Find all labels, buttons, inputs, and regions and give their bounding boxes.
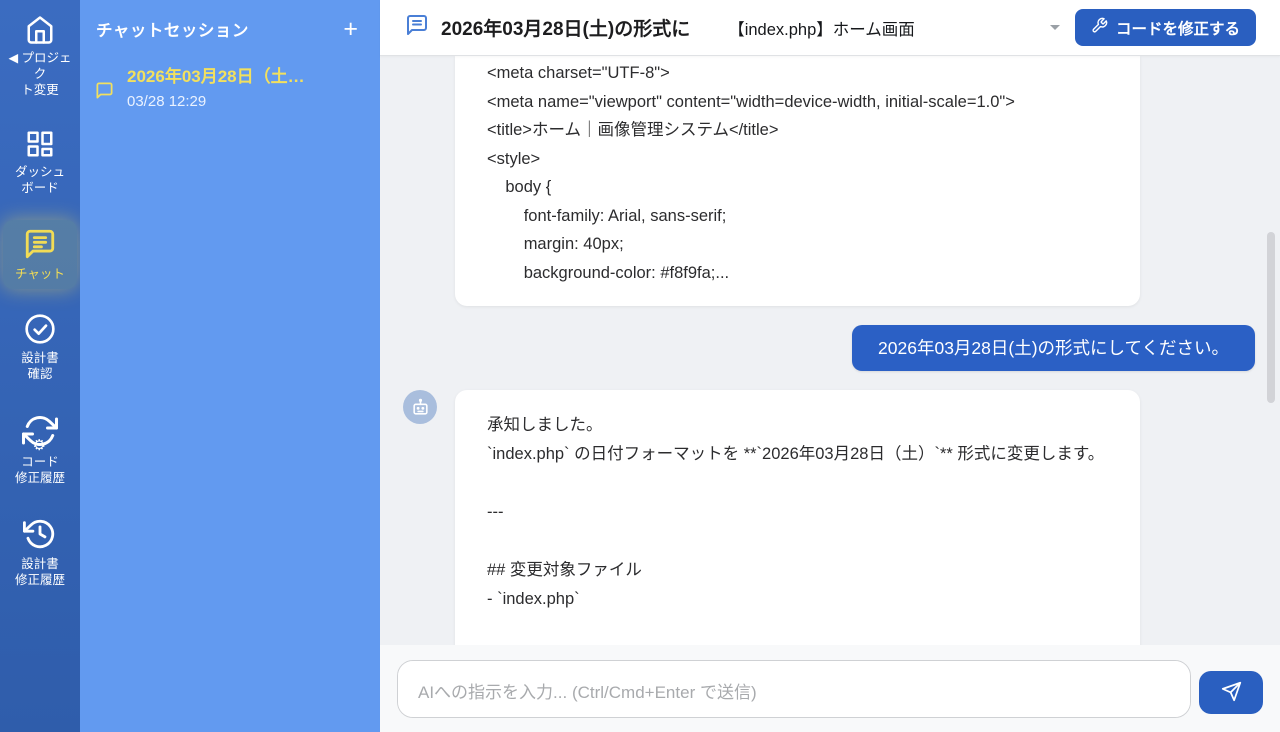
user-message-bubble: 2026年03月28日(土)の形式にしてください。 — [852, 325, 1255, 371]
nav-item-design-check[interactable]: 設計書 確認 — [3, 306, 77, 389]
session-list-item[interactable]: 2026年03月28日（土… 03/28 12:29 — [80, 51, 380, 122]
assistant-message-row: 承知しました。 `index.php` の日付フォーマットを **`2026年0… — [403, 390, 1140, 645]
nav-label-code-history: コード 修正履歴 — [15, 454, 65, 486]
session-panel-title: チャットセッション — [96, 17, 249, 41]
message-input[interactable] — [397, 660, 1191, 718]
app-root: ◀ プロジェク ト変更 ダッシュ ボード チャット 設計書 確認 ⚙ — [0, 0, 1280, 732]
add-session-button[interactable]: + — [341, 18, 360, 40]
speech-bubble-icon — [95, 81, 114, 110]
fix-code-button[interactable]: コードを修正する — [1075, 9, 1256, 46]
gear-icon: ⚙ — [33, 438, 46, 453]
nav-item-code-history[interactable]: ⚙ コード 修正履歴 — [3, 406, 77, 493]
session-item-text: 2026年03月28日（土… 03/28 12:29 — [127, 65, 305, 110]
nav-label-chat: チャット — [15, 266, 65, 282]
chevron-down-icon — [1049, 19, 1061, 37]
session-item-title: 2026年03月28日（土… — [127, 65, 305, 89]
scrollbar-thumb[interactable] — [1267, 232, 1275, 403]
main-area: 2026年03月28日(土)の形式に 【index.php】ホーム画面 コードを… — [380, 0, 1280, 732]
nav-item-project-change[interactable]: ◀ プロジェク ト変更 — [3, 8, 77, 105]
check-circle-icon — [24, 313, 56, 345]
robot-avatar — [403, 390, 437, 424]
user-message-row: 2026年03月28日(土)の形式にしてください。 — [852, 325, 1255, 371]
file-select-value: 【index.php】ホーム画面 — [728, 16, 915, 40]
home-icon — [25, 15, 55, 45]
doc-history-icon — [23, 517, 57, 551]
chat-icon — [23, 227, 57, 261]
session-panel-header: チャットセッション + — [80, 0, 380, 51]
nav-item-dashboard[interactable]: ダッシュ ボード — [3, 122, 77, 203]
page-title: 2026年03月28日(土)の形式に — [441, 14, 690, 41]
dashboard-icon — [25, 129, 55, 159]
nav-item-chat[interactable]: チャット — [3, 220, 77, 289]
send-icon — [1221, 681, 1242, 705]
session-panel: チャットセッション + 2026年03月28日（土… 03/28 12:29 — [80, 0, 380, 732]
fix-code-button-label: コードを修正する — [1116, 17, 1240, 39]
assistant-message-card: 承知しました。 `index.php` の日付フォーマットを **`2026年0… — [455, 390, 1140, 645]
nav-rail: ◀ プロジェク ト変更 ダッシュ ボード チャット 設計書 確認 ⚙ — [0, 0, 80, 732]
nav-label-doc-history: 設計書 修正履歴 — [15, 556, 65, 588]
session-item-time: 03/28 12:29 — [127, 93, 305, 110]
nav-item-doc-history[interactable]: 設計書 修正履歴 — [3, 510, 77, 595]
send-button[interactable] — [1199, 671, 1263, 714]
file-select-dropdown[interactable]: 【index.php】ホーム画面 — [728, 16, 1075, 40]
nav-label-dashboard: ダッシュ ボード — [15, 164, 65, 196]
code-history-icon: ⚙ — [22, 413, 58, 449]
nav-label-design-check: 設計書 確認 — [21, 350, 59, 382]
main-header: 2026年03月28日(土)の形式に 【index.php】ホーム画面 コードを… — [380, 0, 1280, 56]
assistant-code-message: <meta charset="UTF-8"> <meta name="viewp… — [455, 56, 1140, 306]
wrench-icon — [1091, 17, 1108, 39]
nav-label-project-change: ◀ プロジェク ト変更 — [5, 50, 75, 98]
chat-transcript: <meta charset="UTF-8"> <meta name="viewp… — [380, 56, 1280, 645]
chat-bubble-icon — [405, 13, 429, 42]
message-input-bar — [380, 645, 1280, 732]
